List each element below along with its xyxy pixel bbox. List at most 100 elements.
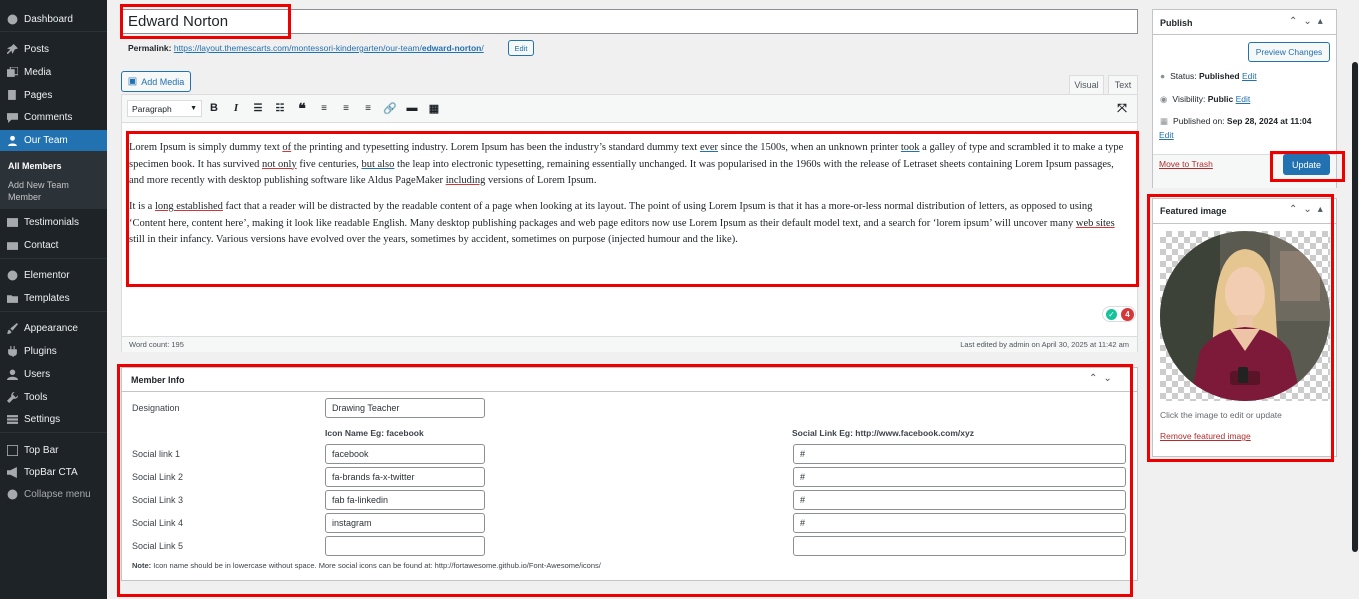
page-scrollbar-thumb[interactable]: [1352, 62, 1358, 552]
permalink-edit-button[interactable]: Edit: [508, 40, 534, 56]
bold-icon[interactable]: B: [207, 101, 221, 115]
published-label: Published on:: [1173, 116, 1227, 126]
blockquote-icon[interactable]: ❝: [295, 100, 309, 116]
sidebar-item-users[interactable]: Users: [0, 364, 107, 384]
topbar-icon: [0, 444, 24, 456]
designation-field[interactable]: Drawing Teacher: [325, 398, 485, 418]
text-run: five centuries,: [296, 158, 362, 170]
page-scrollbar-track[interactable]: [1350, 0, 1359, 599]
content-paragraph-2[interactable]: It is a long established fact that a rea…: [129, 199, 1129, 249]
social-icon-2-field[interactable]: fa-brands fa-x-twitter: [325, 467, 485, 487]
tab-text[interactable]: Text: [1108, 75, 1138, 94]
tab-visual[interactable]: Visual: [1069, 75, 1104, 94]
sidebar-item-label: Settings: [24, 413, 61, 425]
visibility-edit-link[interactable]: Edit: [1236, 94, 1251, 104]
sidebar-item-tools[interactable]: Tools: [0, 387, 107, 407]
sidebar-item-media[interactable]: Media: [0, 62, 107, 82]
add-media-button[interactable]: ▣ Add Media: [121, 71, 191, 92]
permalink-base: https://layout.themescarts.com/montessor…: [173, 43, 422, 53]
align-left-icon[interactable]: ≡: [317, 101, 331, 115]
remove-featured-image-link[interactable]: Remove featured image: [1160, 431, 1251, 441]
calendar-icon: ▦: [1160, 116, 1169, 126]
sidebar-item-dashboard[interactable]: Dashboard: [0, 9, 107, 29]
permalink-slug: edward-norton: [421, 43, 482, 53]
sidebar-item-top-bar[interactable]: Top Bar: [0, 440, 107, 460]
sidebar-item-topbar-cta[interactable]: TopBar CTA: [0, 462, 107, 482]
social-link-2-field[interactable]: #: [793, 467, 1126, 487]
sidebar-item-plugins[interactable]: Plugins: [0, 341, 107, 361]
social-icon-1-field[interactable]: facebook: [325, 444, 485, 464]
icon-column-header: Icon Name Eg: facebook: [325, 428, 424, 438]
sidebar-item-our-team[interactable]: Our Team: [0, 130, 107, 151]
grammar-widget[interactable]: ✓ 4: [1102, 306, 1136, 322]
sidebar-collapse-menu[interactable]: Collapse menu: [0, 484, 107, 504]
text-run: Lorem Ipsum is simply dummy text: [129, 142, 283, 153]
media-icon: ▣: [127, 76, 138, 87]
preview-changes-button[interactable]: Preview Changes: [1248, 42, 1330, 62]
social-icon-4-field[interactable]: instagram: [325, 513, 485, 533]
sidebar-item-contact[interactable]: Contact: [0, 235, 107, 255]
sidebar-item-appearance[interactable]: Appearance: [0, 318, 107, 338]
featured-image[interactable]: [1160, 231, 1330, 401]
wrench-icon: [0, 391, 24, 403]
published-edit-link[interactable]: Edit: [1159, 130, 1174, 140]
bullet-list-icon[interactable]: ☰: [251, 101, 265, 115]
title-text: Edward Norton: [128, 13, 229, 30]
sidebar-item-testimonials[interactable]: Testimonials: [0, 212, 107, 232]
divider: [0, 432, 107, 433]
title-field[interactable]: Edward Norton: [121, 9, 1138, 34]
sidebar-item-comments[interactable]: Comments: [0, 107, 107, 127]
content-paragraph-1[interactable]: Lorem Ipsum is simply dummy text of the …: [129, 140, 1129, 190]
sidebar-item-settings[interactable]: Settings: [0, 409, 107, 429]
submenu-item-all-members[interactable]: All Members: [8, 160, 62, 172]
team-icon: [0, 135, 24, 146]
link-icon[interactable]: 🔗: [383, 101, 397, 115]
social-link-5-field[interactable]: [793, 536, 1126, 556]
pages-icon: [0, 89, 24, 101]
social-icon-3-field[interactable]: fab fa-linkedin: [325, 490, 485, 510]
eye-icon: ◉: [1160, 94, 1168, 104]
submenu-our-team: All Members Add New Team Member: [0, 151, 107, 209]
more-tag-icon[interactable]: ▬: [405, 101, 419, 115]
update-button[interactable]: Update: [1283, 154, 1330, 175]
sidebar-item-posts[interactable]: Posts: [0, 39, 107, 59]
move-to-trash-link[interactable]: Move to Trash: [1159, 159, 1213, 169]
spell-error: web sites: [1075, 217, 1115, 229]
social-link-4-field[interactable]: #: [793, 513, 1126, 533]
social-link-1-field[interactable]: #: [793, 444, 1126, 464]
sidebar-item-elementor[interactable]: Elementor: [0, 265, 107, 285]
move-arrows-icon[interactable]: ⌃⌄▴: [1289, 204, 1329, 215]
italic-icon[interactable]: I: [229, 101, 243, 115]
format-select[interactable]: Paragraph ▼: [127, 100, 202, 117]
status-edit-link[interactable]: Edit: [1242, 71, 1257, 81]
social-icon-5-field[interactable]: [325, 536, 485, 556]
published-on-row: ▦ Published on: Sep 28, 2024 at 11:04: [1160, 116, 1312, 127]
sidebar-item-label: Dashboard: [24, 13, 73, 25]
chevron-down-icon: ▼: [190, 105, 197, 112]
permalink-label: Permalink:: [128, 43, 172, 53]
submenu-item-add-new-line2[interactable]: Member: [8, 191, 41, 203]
sidebar-item-pages[interactable]: Pages: [0, 85, 107, 105]
move-arrows-icon[interactable]: ⌃⌄: [1089, 373, 1118, 384]
toolbar-toggle-icon[interactable]: ▦: [427, 101, 441, 115]
submenu-item-add-new-line1[interactable]: Add New Team: [8, 179, 69, 191]
move-arrows-icon[interactable]: ⌃⌄▴: [1289, 16, 1329, 27]
status-value: Published: [1198, 71, 1240, 81]
permalink-end: /: [481, 43, 484, 53]
grammar-hint: ever: [699, 142, 719, 153]
sidebar-item-templates[interactable]: Templates: [0, 288, 107, 308]
align-right-icon[interactable]: ≡: [361, 101, 375, 115]
folder-icon: [0, 293, 24, 304]
social-link-3-field[interactable]: #: [793, 490, 1126, 510]
member-info-title: Member Info: [131, 375, 185, 385]
users-icon: [0, 369, 24, 380]
sidebar-item-label: Comments: [24, 111, 73, 123]
fullscreen-icon[interactable]: ⤧: [1115, 101, 1129, 115]
social-link-2-label: Social Link 2: [132, 472, 184, 482]
numbered-list-icon[interactable]: ☷: [273, 101, 287, 115]
permalink-link[interactable]: https://layout.themescarts.com/montessor…: [174, 43, 484, 53]
sidebar-item-label: Elementor: [24, 269, 70, 281]
align-center-icon[interactable]: ≡: [339, 101, 353, 115]
grammar-badge-count: 4: [1121, 308, 1134, 321]
social-link-3-label: Social Link 3: [132, 495, 184, 505]
